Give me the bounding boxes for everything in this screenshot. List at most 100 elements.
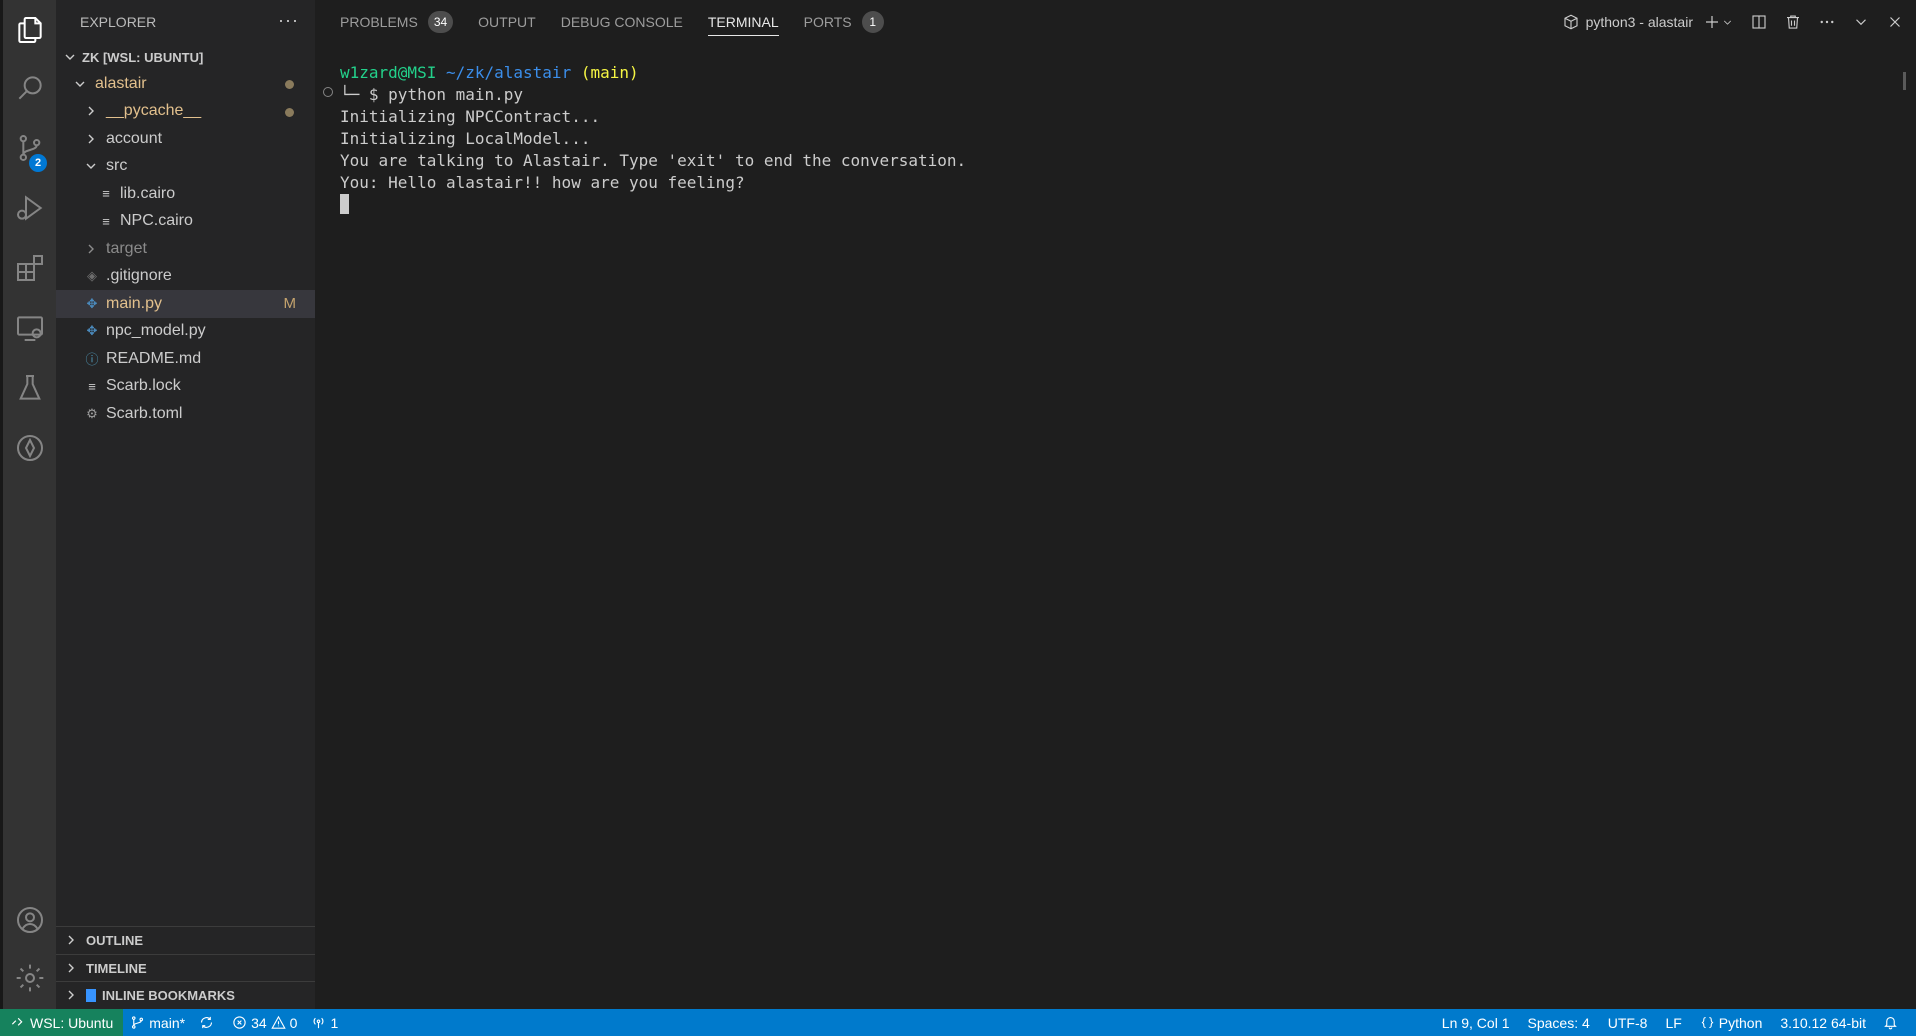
tab-label: PROBLEMS: [340, 14, 418, 30]
activity-bar: 2: [0, 0, 56, 1009]
chevron-down-icon: [84, 160, 98, 172]
end-of-line[interactable]: LF: [1656, 1009, 1690, 1036]
text-file-icon: ≡: [88, 378, 96, 394]
tree-folder-alastair[interactable]: alastair: [56, 70, 315, 98]
branch-label: main*: [149, 1014, 186, 1031]
language-label: Python: [1718, 1014, 1763, 1031]
split-icon: [1752, 15, 1766, 29]
maximize-panel-button[interactable]: [1852, 13, 1870, 31]
python-cube-icon: [1564, 14, 1578, 30]
testing-icon[interactable]: [3, 360, 56, 416]
interpreter-label: 3.10.12 64-bit: [1780, 1014, 1866, 1031]
search-icon[interactable]: [3, 60, 56, 116]
timeline-section[interactable]: TIMELINE: [56, 954, 315, 981]
ports-indicator[interactable]: 1: [304, 1009, 345, 1036]
account-icon[interactable]: [3, 892, 56, 948]
tree-file-gitignore[interactable]: ◈ .gitignore: [56, 263, 315, 291]
modified-badge: M: [283, 295, 297, 313]
tree-folder-src[interactable]: src: [56, 153, 315, 181]
chevron-right-icon: [84, 133, 98, 145]
more-actions-button[interactable]: [1818, 13, 1836, 31]
kill-terminal-button[interactable]: [1784, 13, 1802, 31]
scm-badge: 2: [29, 154, 47, 172]
tree-file-npc-cairo[interactable]: ≡ NPC.cairo: [56, 208, 315, 236]
status-bar: WSL: Ubuntu main* 34 0 1 Ln 9, Col 1 Spa…: [0, 1009, 1916, 1036]
split-terminal-button[interactable]: [1750, 13, 1768, 31]
workspace-folder[interactable]: ZK [WSL: UBUNTU]: [56, 44, 315, 70]
outline-section[interactable]: OUTLINE: [56, 926, 315, 953]
tree-folder-target[interactable]: target: [56, 235, 315, 263]
error-count: 34: [251, 1014, 267, 1031]
command-text: python main.py: [388, 85, 524, 104]
inline-bookmarks-section[interactable]: INLINE BOOKMARKS: [56, 981, 315, 1008]
language-mode[interactable]: Python: [1691, 1009, 1772, 1036]
run-debug-icon[interactable]: [3, 180, 56, 236]
problems-indicator[interactable]: 34 0: [225, 1009, 304, 1036]
chevron-down-icon: [73, 78, 87, 90]
terminal-scrollbar[interactable]: [1903, 72, 1906, 90]
terminal-name: python3 - alastair: [1585, 14, 1693, 30]
tree-file-readme[interactable]: ⓘ README.md: [56, 345, 315, 373]
info-icon: ⓘ: [85, 352, 99, 368]
file-tree: alastair __pycache__ account src ≡ lib.c…: [56, 70, 315, 428]
tab-output[interactable]: OUTPUT: [478, 0, 536, 44]
chevron-down-icon: [1723, 20, 1732, 25]
chevron-right-icon: [62, 989, 80, 1001]
tab-ports[interactable]: PORTS 1: [804, 0, 884, 44]
encoding[interactable]: UTF-8: [1599, 1009, 1657, 1036]
tree-label: target: [106, 239, 147, 257]
tree-file-scarb-toml[interactable]: ⚙ Scarb.toml: [56, 400, 315, 428]
tree-file-main-py[interactable]: ✥ main.py M: [56, 290, 315, 318]
tree-label: README.md: [106, 349, 202, 367]
workspace-label: ZK [WSL: UBUNTU]: [82, 49, 204, 65]
tree-label: main.py: [106, 294, 163, 312]
tab-label: OUTPUT: [478, 14, 536, 30]
warning-count: 0: [289, 1014, 298, 1031]
python-file-icon: ✥: [86, 295, 98, 311]
remote-indicator[interactable]: WSL: Ubuntu: [0, 1009, 124, 1036]
prompt-symbol: └─ $: [340, 85, 379, 104]
new-terminal-button[interactable]: [1703, 13, 1734, 31]
extensions-icon[interactable]: [3, 240, 56, 296]
status-right: Ln 9, Col 1 Spaces: 4 UTF-8 LF Python 3.…: [1433, 1009, 1916, 1036]
tree-folder-account[interactable]: account: [56, 125, 315, 153]
tree-file-scarb-lock[interactable]: ≡ Scarb.lock: [56, 373, 315, 401]
sync-button[interactable]: [192, 1009, 225, 1036]
files-icon[interactable]: [3, 2, 56, 58]
cairo-icon[interactable]: [3, 420, 56, 476]
prompt-line: w1zard@MSI ~/zk/alastair (main): [340, 62, 966, 84]
tab-label: DEBUG CONSOLE: [560, 14, 683, 30]
modified-dot-icon: [285, 80, 294, 89]
notifications-button[interactable]: [1875, 1009, 1910, 1036]
tree-file-lib-cairo[interactable]: ≡ lib.cairo: [56, 180, 315, 208]
terminal-selector[interactable]: python3 - alastair: [1562, 13, 1693, 31]
branch-indicator[interactable]: main*: [123, 1009, 192, 1036]
python-interpreter[interactable]: 3.10.12 64-bit: [1771, 1009, 1875, 1036]
close-icon: [1890, 17, 1900, 27]
terminal-output[interactable]: w1zard@MSI ~/zk/alastair (main) └─ $ pyth…: [340, 62, 966, 216]
tab-terminal[interactable]: TERMINAL: [707, 0, 779, 44]
prompt-path: ~/zk/alastair: [445, 63, 572, 82]
ports-count: 1: [330, 1014, 339, 1031]
chevron-down-icon: [62, 51, 78, 63]
tab-debug-console[interactable]: DEBUG CONSOLE: [561, 0, 683, 44]
tree-label: Scarb.toml: [106, 404, 183, 422]
tree-label: npc_model.py: [106, 322, 206, 340]
gear-file-icon: ⚙: [86, 405, 98, 421]
settings-gear-icon[interactable]: [3, 950, 56, 1006]
more-actions-icon[interactable]: ···: [278, 10, 299, 31]
cursor-position[interactable]: Ln 9, Col 1: [1433, 1009, 1519, 1036]
tree-file-npc-model-py[interactable]: ✥ npc_model.py: [56, 318, 315, 346]
remote-icon: [11, 1017, 23, 1026]
tree-folder-pycache[interactable]: __pycache__: [56, 98, 315, 126]
indentation[interactable]: Spaces: 4: [1519, 1009, 1599, 1036]
bookmark-icon: [86, 988, 96, 1002]
explorer-header: EXPLORER ···: [56, 0, 315, 44]
close-panel-button[interactable]: [1886, 13, 1904, 31]
position-label: Ln 9, Col 1: [1441, 1014, 1510, 1031]
remote-explorer-icon[interactable]: [3, 300, 56, 356]
warning-icon: [270, 1015, 286, 1029]
remote-label: WSL: Ubuntu: [30, 1014, 114, 1031]
tab-problems[interactable]: PROBLEMS 34: [340, 0, 454, 44]
source-control-icon[interactable]: 2: [3, 120, 56, 176]
